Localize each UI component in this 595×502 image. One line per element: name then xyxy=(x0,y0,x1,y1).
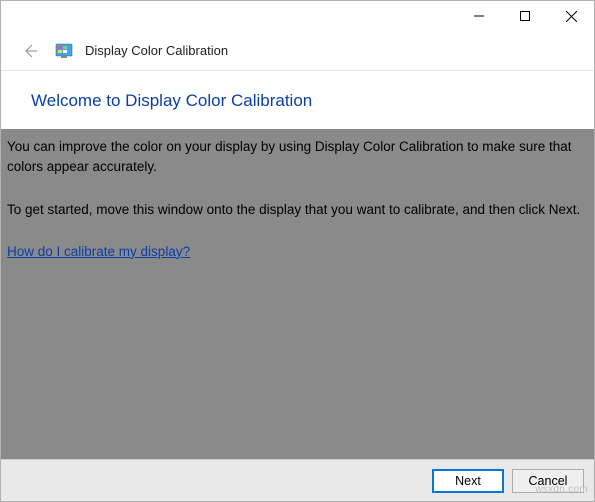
header-bar: Display Color Calibration xyxy=(1,31,594,71)
arrow-left-icon xyxy=(21,42,39,60)
titlebar xyxy=(1,1,594,31)
maximize-icon xyxy=(520,11,530,21)
next-button[interactable]: Next xyxy=(432,469,504,493)
intro-paragraph-1: You can improve the color on your displa… xyxy=(1,137,594,176)
minimize-button[interactable] xyxy=(456,1,502,31)
close-icon xyxy=(566,11,577,22)
header-title: Display Color Calibration xyxy=(85,43,228,58)
footer-bar: Next Cancel xyxy=(1,459,594,501)
maximize-button[interactable] xyxy=(502,1,548,31)
content-area: Welcome to Display Color Calibration You… xyxy=(1,71,594,459)
close-button[interactable] xyxy=(548,1,594,31)
page-heading: Welcome to Display Color Calibration xyxy=(1,71,594,129)
help-link[interactable]: How do I calibrate my display? xyxy=(1,242,196,262)
intro-paragraph-2: To get started, move this window onto th… xyxy=(1,200,594,220)
minimize-icon xyxy=(474,11,484,21)
back-button[interactable] xyxy=(17,38,43,64)
wizard-window: Display Color Calibration Welcome to Dis… xyxy=(0,0,595,502)
cancel-button[interactable]: Cancel xyxy=(512,469,584,493)
display-color-icon xyxy=(55,42,73,60)
body-region: You can improve the color on your displa… xyxy=(1,129,594,459)
